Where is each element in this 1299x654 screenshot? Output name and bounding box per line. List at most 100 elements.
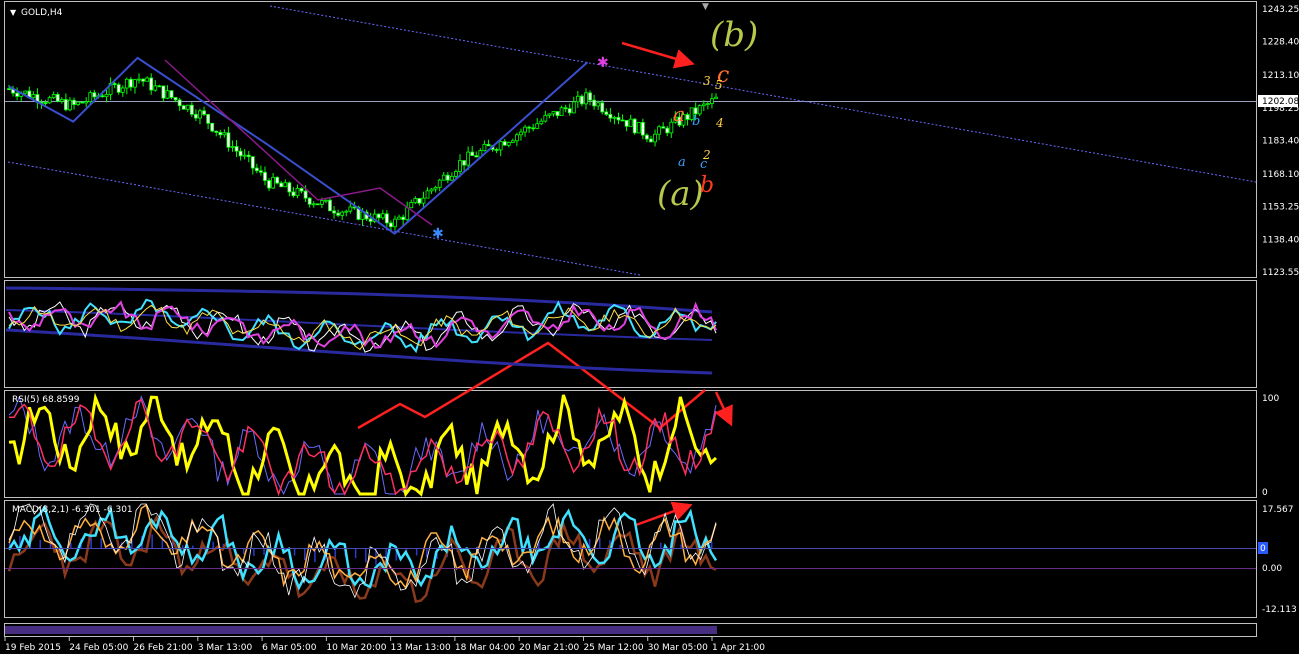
candle-body bbox=[230, 146, 235, 148]
candle-body bbox=[441, 174, 446, 181]
candle-body bbox=[283, 182, 288, 188]
candlesticks bbox=[7, 73, 718, 233]
candle-body bbox=[299, 188, 304, 192]
chart-window: 1243.25 1228.40 1213.10 1198.25 1183.40 1168.… bbox=[0, 0, 1299, 654]
candle-body bbox=[141, 78, 145, 82]
macd-histogram-bar bbox=[710, 541, 713, 548]
candle-body bbox=[539, 120, 544, 125]
rsi-axis-0: 0 bbox=[1262, 488, 1268, 498]
wave-label-4: 4 bbox=[715, 116, 724, 130]
candle-body bbox=[173, 97, 178, 101]
candle-body bbox=[600, 102, 605, 113]
main-panel-border bbox=[4, 1, 1257, 278]
candle-body bbox=[429, 188, 434, 192]
candle-body bbox=[397, 216, 401, 220]
arrow-rsi-trend bbox=[357, 341, 706, 430]
price-tick-label: 1183.40 bbox=[1262, 137, 1299, 147]
candle-body bbox=[380, 213, 385, 219]
candle-body bbox=[68, 99, 72, 111]
time-tick-label: 13 Mar 13:00 bbox=[391, 643, 451, 653]
candle-body bbox=[104, 94, 109, 98]
current-price-label: 1202.08 bbox=[1262, 97, 1299, 107]
macd-histogram-bar bbox=[253, 548, 255, 557]
candle-body bbox=[263, 171, 267, 181]
candle-body bbox=[616, 116, 621, 121]
candle-body bbox=[23, 90, 28, 94]
candle-body bbox=[254, 167, 259, 172]
candle-body bbox=[303, 190, 308, 199]
candle-body bbox=[580, 95, 584, 105]
candle-body bbox=[405, 207, 410, 220]
candle-body bbox=[563, 107, 568, 110]
candle-body bbox=[701, 103, 706, 107]
time-tick-label: 1 Apr 21:00 bbox=[712, 643, 765, 653]
candle-body bbox=[324, 199, 328, 202]
candle-body bbox=[632, 118, 637, 134]
arrow-rsi-down bbox=[714, 391, 733, 427]
candle-body bbox=[592, 99, 597, 107]
candle-body bbox=[584, 92, 588, 105]
candle-body bbox=[332, 210, 336, 214]
candle-body bbox=[645, 134, 649, 140]
candle-body bbox=[425, 190, 430, 199]
candle-body bbox=[76, 101, 80, 105]
candle-body bbox=[185, 104, 190, 110]
candle-body bbox=[409, 202, 414, 209]
candle-body bbox=[250, 156, 255, 169]
rsi-line bbox=[8, 392, 718, 498]
candle-body bbox=[124, 78, 129, 89]
candle-body bbox=[348, 206, 353, 212]
candle-body bbox=[271, 176, 276, 189]
candle-body bbox=[291, 191, 296, 197]
macd-histogram-bar bbox=[354, 548, 357, 559]
candle-body bbox=[7, 88, 11, 91]
candle-body bbox=[547, 113, 552, 116]
chart-title: GOLD,H4 bbox=[21, 8, 63, 18]
candle-body bbox=[226, 132, 231, 148]
candle-body bbox=[697, 105, 702, 115]
candle-body bbox=[88, 92, 93, 103]
candle-body bbox=[454, 171, 458, 177]
macd-marker: 0 bbox=[1260, 544, 1266, 554]
candle-body bbox=[437, 179, 442, 188]
candle-body bbox=[417, 198, 422, 204]
candle-body bbox=[161, 85, 166, 99]
candle-body bbox=[596, 102, 601, 107]
candle-body bbox=[100, 95, 105, 98]
candle-body bbox=[498, 141, 503, 151]
channel-lower bbox=[7, 161, 641, 276]
candle-body bbox=[120, 87, 125, 93]
macd-histogram-bar bbox=[39, 539, 42, 548]
rsi-axis-100: 100 bbox=[1262, 394, 1279, 404]
candle-body bbox=[267, 180, 271, 189]
scroll-marker-icon[interactable]: ▼ bbox=[702, 2, 709, 12]
candle-body bbox=[360, 211, 365, 220]
candle-body bbox=[628, 118, 633, 127]
candle-body bbox=[393, 218, 397, 228]
candle-body bbox=[31, 94, 36, 99]
candle-body bbox=[575, 95, 580, 103]
ma-ribbon-panel bbox=[5, 286, 717, 375]
dropdown-icon[interactable]: ▼ bbox=[10, 8, 17, 17]
time-tick-label: 10 Mar 20:00 bbox=[326, 643, 386, 653]
macd-axis-zero: 0.00 bbox=[1262, 564, 1282, 574]
candle-body bbox=[588, 92, 592, 101]
candle-body bbox=[340, 211, 345, 216]
candle-body bbox=[319, 200, 324, 205]
candle-body bbox=[376, 213, 381, 219]
rsi-panel bbox=[8, 392, 718, 498]
candle-body bbox=[551, 111, 556, 115]
wave-label-a-orange: a bbox=[673, 102, 685, 126]
candle-body bbox=[458, 160, 462, 172]
candle-body bbox=[259, 170, 263, 173]
candle-body bbox=[494, 149, 499, 151]
candle-body bbox=[137, 78, 141, 81]
candle-body bbox=[527, 126, 531, 129]
candle-body bbox=[287, 182, 292, 193]
candle-body bbox=[238, 150, 243, 157]
chart-canvas[interactable]: 1243.251228.401213.101198.251183.401168.… bbox=[0, 0, 1299, 654]
candle-body bbox=[202, 110, 206, 115]
candle-body bbox=[315, 203, 320, 206]
macd-axis-bottom: -12.113 bbox=[1262, 605, 1297, 615]
candle-body bbox=[295, 188, 300, 197]
